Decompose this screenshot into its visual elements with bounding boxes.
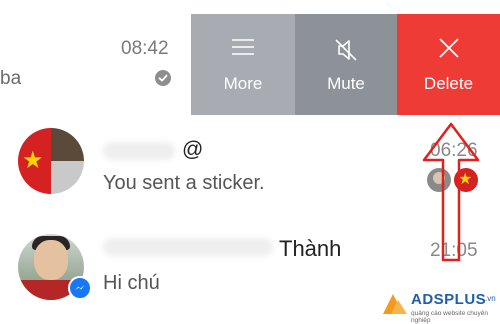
close-x-icon [438,37,460,64]
blurred-name [103,238,273,256]
group-avatar: ★ [18,128,84,194]
message-time: 08:42 [121,38,169,59]
message-snippet: Hi chú [103,272,160,294]
more-action-button[interactable]: More [191,14,295,115]
muted-speaker-icon [333,37,359,68]
watermark-tld: .vn [485,294,496,303]
message-snippet: ba [0,68,22,89]
delete-action-button[interactable]: Delete [397,14,500,115]
watermark-tagline: quảng cáo website chuyên nghiệp [411,310,488,324]
messenger-icon [68,276,92,300]
blurred-name [103,142,175,160]
mute-label: Mute [327,74,365,93]
watermark-brand: ADSPLUS [411,291,487,308]
delete-label: Delete [423,74,474,93]
mute-action-button[interactable]: Mute [295,14,397,115]
contact-name: @ [182,138,204,161]
watermark-logo: ADSPLUS .vn quảng cáo website chuyên ngh… [381,288,500,324]
contact-name: Thành [279,236,342,261]
conversation-row-swiped[interactable]: ba 08:42 More Mute Delete [0,0,500,115]
tutorial-arrow-icon [422,122,480,262]
message-snippet: You sent a sticker. [103,172,265,194]
hamburger-menu-icon [231,37,255,62]
read-check-icon [155,70,171,86]
more-label: More [223,74,263,93]
adsplus-logo-icon [383,294,407,314]
